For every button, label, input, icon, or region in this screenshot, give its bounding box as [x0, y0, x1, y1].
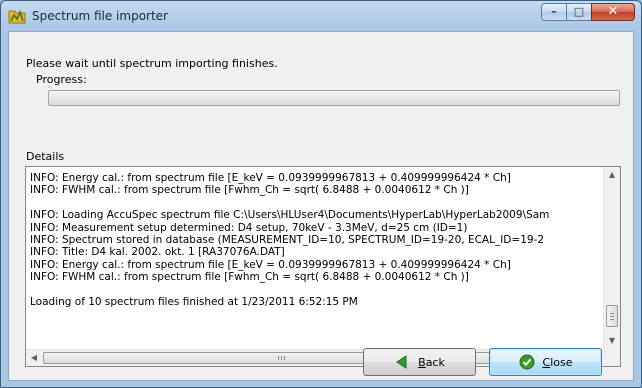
- maximize-button[interactable]: □: [566, 3, 592, 21]
- minimize-button[interactable]: –: [541, 3, 567, 21]
- log-line: INFO: FWHM cal.: from spectrum file [Fwh…: [30, 184, 469, 197]
- log-line: INFO: Energy cal.: from spectrum file [E…: [30, 258, 511, 271]
- maximize-icon: □: [573, 5, 585, 18]
- importer-window: Spectrum file importer – □ ✕ Please wait…: [0, 0, 642, 388]
- back-button[interactable]: Back: [363, 348, 476, 376]
- close-label-rest: lose: [550, 355, 573, 369]
- log-line: INFO: Spectrum stored in database (MEASU…: [30, 233, 545, 246]
- progress-bar: [48, 90, 620, 106]
- details-label: Details: [26, 150, 65, 163]
- back-accelerator: B: [418, 355, 426, 369]
- thumb-grip: [610, 319, 614, 320]
- log-line: INFO: Title: D4 kal. 2002. okt. 1 [RA370…: [30, 246, 285, 259]
- caption-buttons: – □ ✕: [541, 3, 635, 22]
- log-line: INFO: FWHM cal.: from spectrum file [Fwh…: [30, 271, 469, 284]
- vertical-scroll-thumb[interactable]: [606, 305, 618, 327]
- scroll-up-icon[interactable]: ▲: [604, 167, 620, 183]
- close-button[interactable]: Close: [489, 348, 602, 376]
- thumb-grip: [610, 313, 614, 314]
- back-label-rest: ack: [425, 355, 445, 369]
- dialog-client-area: Please wait until spectrum importing fin…: [8, 31, 634, 381]
- app-icon: [8, 9, 26, 24]
- check-circle-icon: [519, 354, 534, 370]
- vertical-scrollbar[interactable]: ▲ ▼: [603, 167, 620, 349]
- title-bar[interactable]: Spectrum file importer – □ ✕: [1, 1, 641, 31]
- close-window-button[interactable]: ✕: [591, 3, 635, 21]
- thumb-grip: [278, 356, 279, 360]
- progress-label: Progress:: [36, 73, 87, 86]
- log-line: Loading of 10 spectrum files finished at…: [30, 295, 358, 308]
- log-line: INFO: Measurement setup determined: D4 s…: [30, 221, 468, 234]
- thumb-grip: [610, 316, 614, 317]
- scroll-left-icon[interactable]: ◀: [26, 350, 42, 366]
- scroll-corner: [603, 349, 620, 366]
- details-log[interactable]: INFO: Energy cal.: from spectrum file [E…: [25, 166, 621, 367]
- details-log-content: INFO: Energy cal.: from spectrum file [E…: [26, 167, 603, 349]
- close-icon: ✕: [607, 4, 619, 19]
- back-button-label: Back: [418, 356, 445, 369]
- window-title: Spectrum file importer: [32, 9, 168, 23]
- scroll-down-icon[interactable]: ▼: [604, 333, 620, 349]
- minimize-icon: –: [551, 5, 557, 18]
- back-arrow-icon: [396, 355, 407, 369]
- log-line: INFO: Energy cal.: from spectrum file [E…: [30, 172, 511, 184]
- close-button-label: Close: [543, 356, 573, 369]
- thumb-grip: [281, 356, 282, 360]
- log-line: INFO: Loading AccuSpec spectrum file C:\…: [30, 209, 550, 222]
- wait-message: Please wait until spectrum importing fin…: [26, 57, 278, 70]
- thumb-grip: [284, 356, 285, 360]
